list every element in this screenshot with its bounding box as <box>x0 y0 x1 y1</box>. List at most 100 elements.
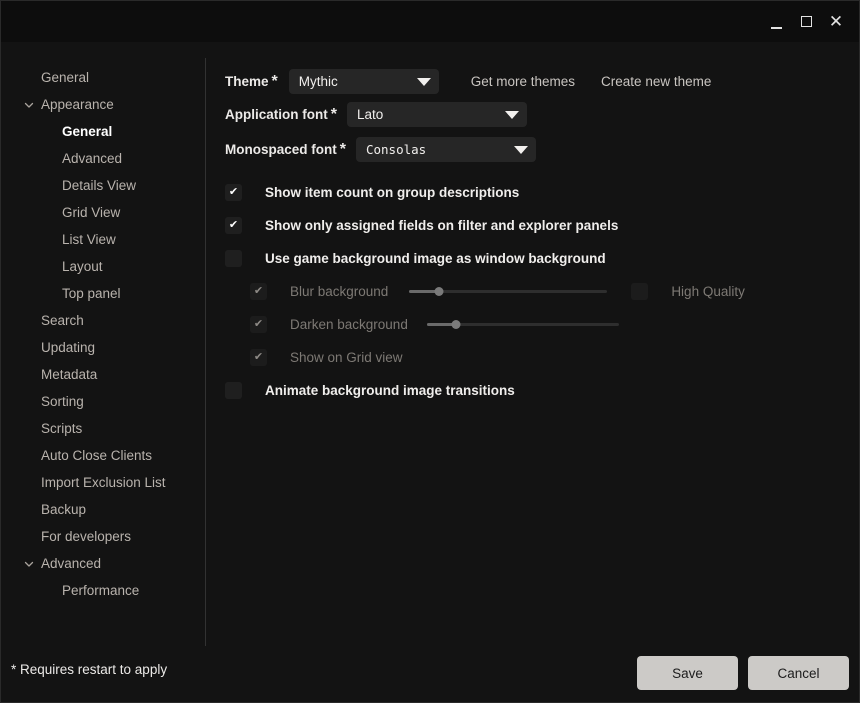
sidebar-item-label: Auto Close Clients <box>41 448 153 463</box>
monospaced-font-row: Monospaced font * Consolas <box>225 132 859 167</box>
darken-background-row: ✔ Darken background <box>225 308 859 341</box>
use-game-background-checkbox[interactable] <box>225 250 242 267</box>
sidebar-item-label: Details View <box>62 178 137 193</box>
application-font-select[interactable]: Lato <box>346 102 527 127</box>
sidebar-item-scripts[interactable]: Scripts <box>1 415 205 442</box>
show-only-assigned-fields-label[interactable]: Show only assigned fields on filter and … <box>265 218 618 233</box>
sidebar-item-label: Grid View <box>62 205 121 220</box>
sidebar-item-import-exclusion-list[interactable]: Import Exclusion List <box>1 469 205 496</box>
monospaced-font-label: Monospaced font <box>225 142 337 157</box>
show-item-count-row: ✔ Show item count on group descriptions <box>225 176 859 209</box>
sidebar-item-label: For developers <box>41 529 132 544</box>
dialog-footer: * Requires restart to apply Save Cancel <box>1 644 859 702</box>
close-icon: ✕ <box>828 12 844 31</box>
chevron-down-icon[interactable] <box>23 558 35 570</box>
sidebar-item-label: Layout <box>62 259 103 274</box>
sidebar-item-grid-view[interactable]: Grid View <box>1 199 205 226</box>
sidebar-item-metadata[interactable]: Metadata <box>1 361 205 388</box>
high-quality-checkbox[interactable] <box>631 283 649 300</box>
save-button[interactable]: Save <box>637 656 738 690</box>
animate-transitions-row: Animate background image transitions <box>225 374 859 407</box>
monospaced-font-required-marker: * <box>339 140 346 158</box>
darken-amount-slider[interactable] <box>426 318 619 332</box>
check-icon: ✔ <box>228 186 239 198</box>
animate-transitions-checkbox[interactable] <box>225 382 242 399</box>
theme-required-marker: * <box>271 72 278 90</box>
check-icon: ✔ <box>253 351 264 363</box>
theme-row: Theme * Mythic Get more themes Create ne… <box>225 66 859 97</box>
sidebar-item-advanced[interactable]: Advanced <box>1 145 205 172</box>
sidebar-item-general[interactable]: General <box>1 64 205 91</box>
chevron-down-icon <box>506 145 536 154</box>
sidebar-item-performance[interactable]: Performance <box>1 577 205 604</box>
sidebar-item-advanced[interactable]: Advanced <box>1 550 205 577</box>
application-font-select-value: Lato <box>356 107 384 122</box>
application-font-required-marker: * <box>330 105 337 123</box>
minimize-button[interactable] <box>761 7 791 37</box>
sidebar-item-label: Advanced <box>41 556 102 571</box>
sidebar-item-label: Performance <box>62 583 140 598</box>
sidebar-item-general[interactable]: General <box>1 118 205 145</box>
sidebar-item-details-view[interactable]: Details View <box>1 172 205 199</box>
high-quality-label[interactable]: High Quality <box>671 284 745 299</box>
restart-note: * Requires restart to apply <box>11 662 168 677</box>
sidebar-item-auto-close-clients[interactable]: Auto Close Clients <box>1 442 205 469</box>
settings-window: ✕ General Appearance General Advanced Detail… <box>0 0 860 703</box>
sidebar-item-label: Sorting <box>41 394 84 409</box>
cancel-button[interactable]: Cancel <box>748 656 849 690</box>
sidebar-item-list-view[interactable]: List View <box>1 226 205 253</box>
blur-background-checkbox[interactable]: ✔ <box>250 283 267 300</box>
sidebar-item-label: Appearance <box>41 97 114 112</box>
chevron-down-icon[interactable] <box>23 99 35 111</box>
sidebar-item-label: Updating <box>41 340 96 355</box>
show-on-grid-view-checkbox[interactable]: ✔ <box>250 349 267 366</box>
create-new-theme-link[interactable]: Create new theme <box>601 74 711 89</box>
maximize-icon <box>800 16 812 27</box>
slider-thumb[interactable] <box>434 287 444 296</box>
use-game-background-label[interactable]: Use game background image as window back… <box>265 251 606 266</box>
sidebar-item-label: Metadata <box>41 367 98 382</box>
blur-background-row: ✔ Blur background High Quality <box>225 275 859 308</box>
show-only-assigned-fields-checkbox[interactable]: ✔ <box>225 217 242 234</box>
sidebar-item-label: Search <box>41 313 84 328</box>
maximize-button[interactable] <box>791 7 821 37</box>
show-item-count-checkbox[interactable]: ✔ <box>225 184 242 201</box>
close-button[interactable]: ✕ <box>821 7 851 37</box>
show-only-assigned-fields-row: ✔ Show only assigned fields on filter an… <box>225 209 859 242</box>
minimize-icon <box>770 26 782 29</box>
check-icon: ✔ <box>253 318 264 330</box>
application-font-row: Application font * Lato <box>225 97 859 132</box>
sidebar-item-label: General <box>41 70 90 85</box>
title-bar: ✕ <box>1 1 859 42</box>
get-more-themes-link[interactable]: Get more themes <box>471 74 575 89</box>
show-on-grid-view-label[interactable]: Show on Grid view <box>290 350 403 365</box>
animate-transitions-label[interactable]: Animate background image transitions <box>265 383 515 398</box>
sidebar-item-label: Advanced <box>62 151 123 166</box>
blur-amount-slider[interactable] <box>409 285 608 299</box>
monospaced-font-select-value: Consolas <box>365 142 427 157</box>
appearance-general-panel: Theme * Mythic Get more themes Create ne… <box>206 42 859 644</box>
sidebar-item-appearance[interactable]: Appearance <box>1 91 205 118</box>
darken-background-checkbox[interactable]: ✔ <box>250 316 267 333</box>
darken-background-label[interactable]: Darken background <box>290 317 408 332</box>
sidebar-item-sorting[interactable]: Sorting <box>1 388 205 415</box>
sidebar-item-updating[interactable]: Updating <box>1 334 205 361</box>
sidebar-item-layout[interactable]: Layout <box>1 253 205 280</box>
sidebar-item-label: General <box>62 124 113 139</box>
blur-background-label[interactable]: Blur background <box>290 284 388 299</box>
theme-select[interactable]: Mythic <box>288 69 439 94</box>
slider-thumb[interactable] <box>451 320 461 329</box>
use-game-background-row: Use game background image as window back… <box>225 242 859 275</box>
sidebar-item-label: Top panel <box>62 286 121 301</box>
sidebar-item-backup[interactable]: Backup <box>1 496 205 523</box>
monospaced-font-select[interactable]: Consolas <box>355 137 536 162</box>
sidebar-item-top-panel[interactable]: Top panel <box>1 280 205 307</box>
show-item-count-label[interactable]: Show item count on group descriptions <box>265 185 519 200</box>
sidebar-item-label: List View <box>62 232 116 247</box>
chevron-down-icon <box>497 110 527 119</box>
chevron-down-icon <box>409 77 439 86</box>
application-font-label: Application font <box>225 107 328 122</box>
sidebar-item-search[interactable]: Search <box>1 307 205 334</box>
show-on-grid-view-row: ✔ Show on Grid view <box>225 341 859 374</box>
sidebar-item-for-developers[interactable]: For developers <box>1 523 205 550</box>
